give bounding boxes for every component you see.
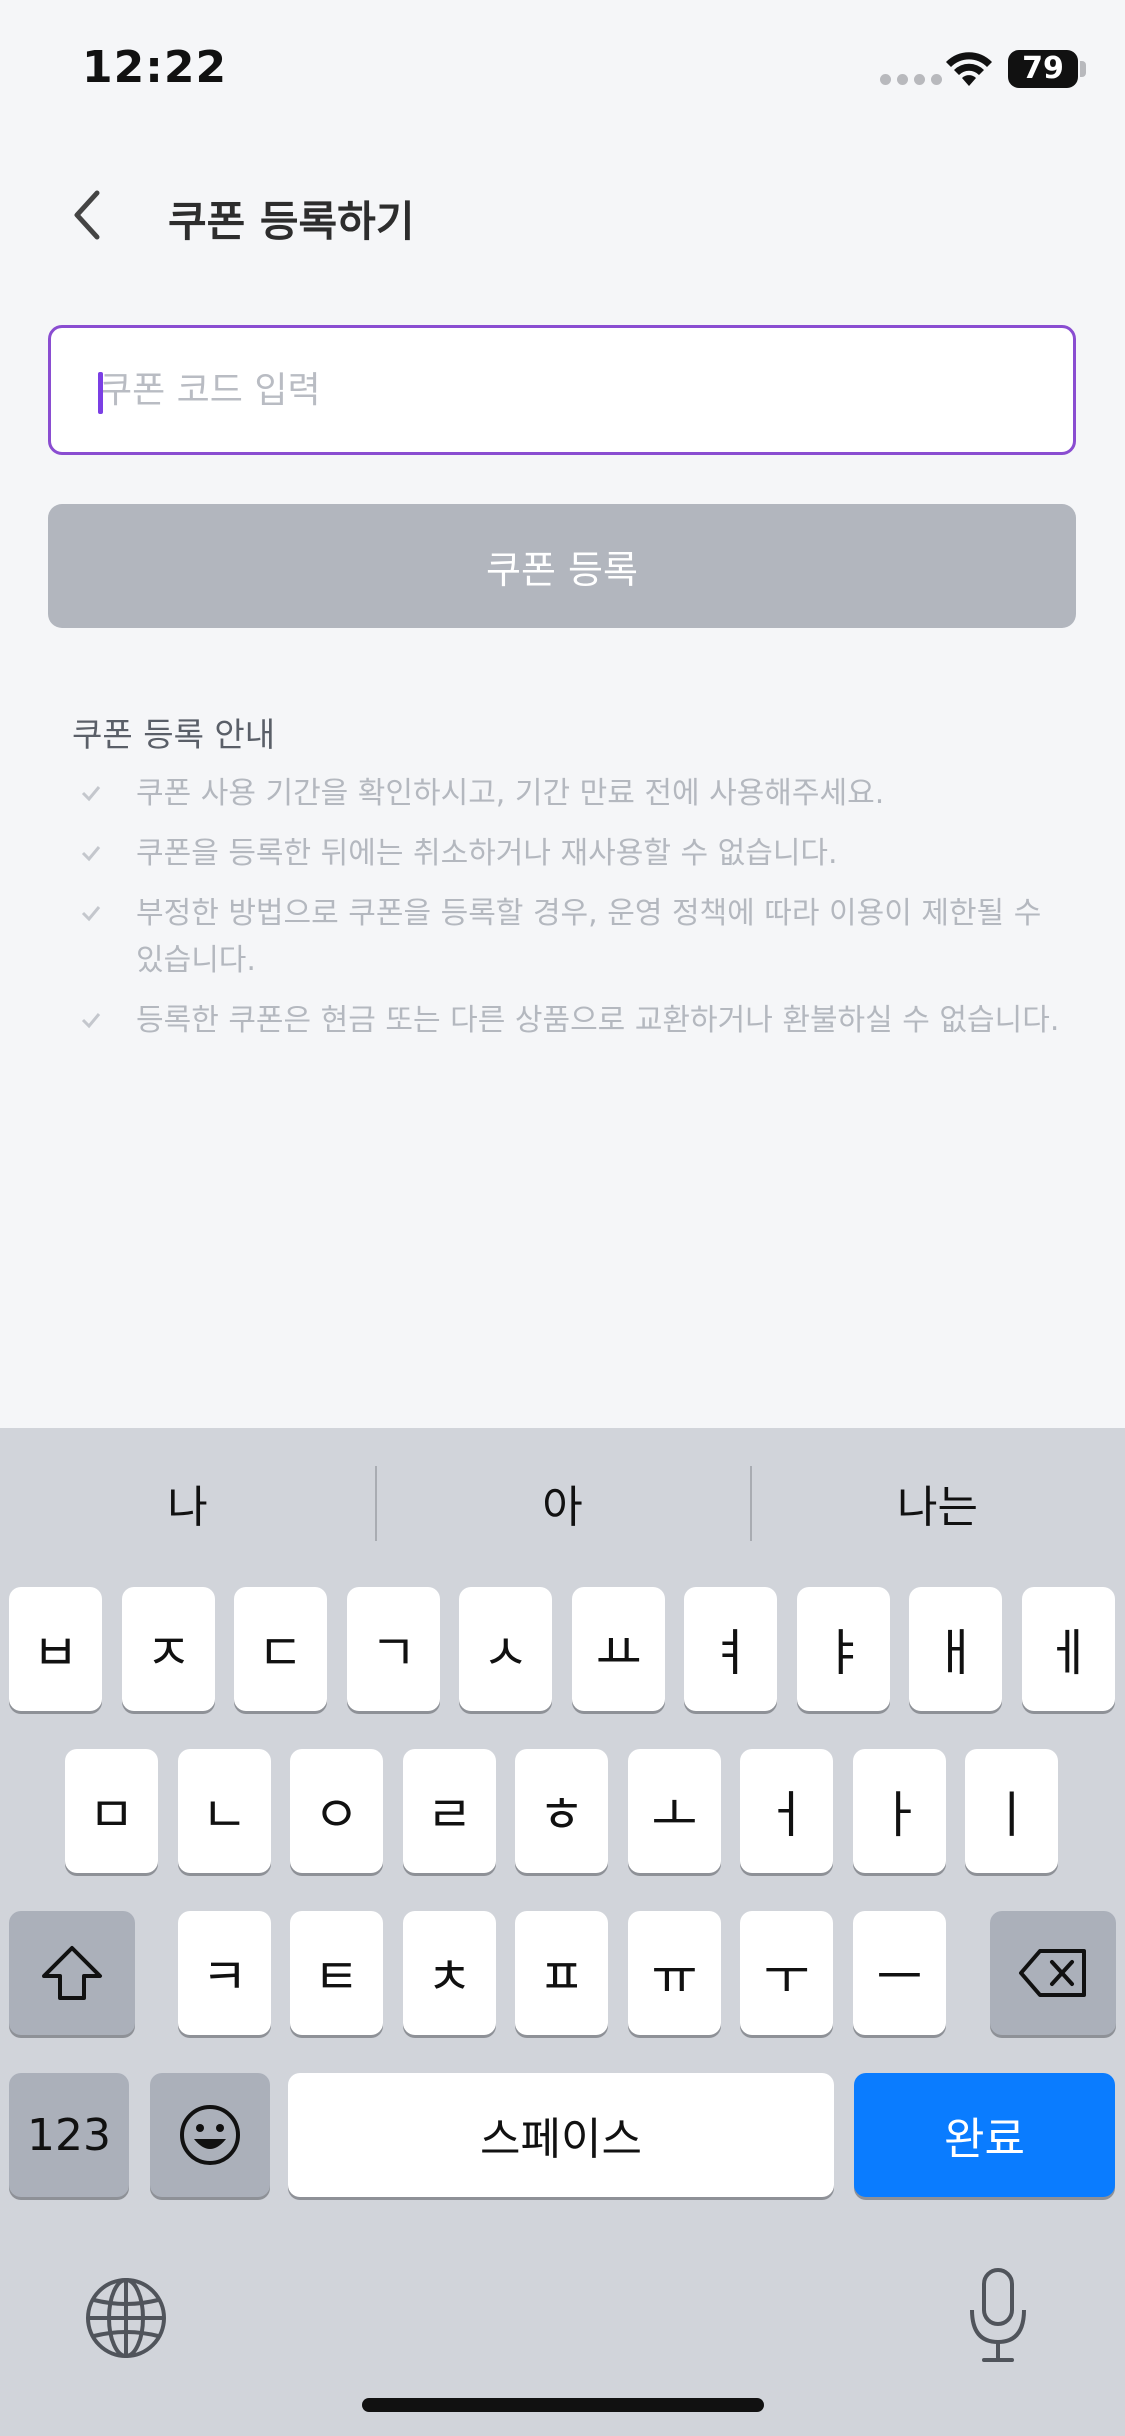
key[interactable]: ㅁ (65, 1749, 158, 1873)
battery-icon: 79 (1008, 50, 1078, 88)
globe-icon[interactable] (84, 2276, 168, 2360)
key[interactable]: ㅔ (1022, 1587, 1115, 1711)
key[interactable]: ㅓ (740, 1749, 833, 1873)
key[interactable]: ㅌ (290, 1911, 383, 2035)
key[interactable]: ㅑ (797, 1587, 890, 1711)
key[interactable]: ㅐ (909, 1587, 1002, 1711)
key[interactable]: ㅕ (684, 1587, 777, 1711)
coupon-code-input[interactable] (51, 328, 1073, 452)
check-icon (81, 786, 101, 802)
key[interactable]: ㄹ (403, 1749, 496, 1873)
key[interactable]: ㅎ (515, 1749, 608, 1873)
key[interactable]: ㅈ (122, 1587, 215, 1711)
check-icon (81, 906, 101, 922)
emoji-icon (180, 2105, 240, 2165)
home-indicator (362, 2398, 764, 2412)
key[interactable]: ㅍ (515, 1911, 608, 2035)
notice-item-text: 등록한 쿠폰은 현금 또는 다른 상품으로 교환하거나 환불하실 수 없습니다. (136, 1003, 1060, 1038)
check-icon (81, 846, 101, 862)
text-cursor (98, 372, 103, 414)
keyboard: 나 아 나는 ㅂ ㅈ ㄷ ㄱ ㅅ ㅛ ㅕ ㅑ ㅐ ㅔ ㅁ ㄴ ㅇ ㄹ ㅎ ㅗ ㅓ… (0, 1428, 1125, 2436)
key[interactable]: ㅊ (403, 1911, 496, 2035)
key[interactable]: ㅡ (853, 1911, 946, 2035)
space-key[interactable]: 스페이스 (288, 2073, 834, 2197)
status-bar: 12:22 79 (0, 0, 1125, 140)
battery-cap (1080, 61, 1086, 77)
suggestion-item[interactable]: 나는 (750, 1428, 1125, 1578)
notice-list: 쿠폰 사용 기간을 확인하시고, 기간 만료 전에 사용해주세요. 쿠폰을 등록… (80, 770, 1060, 1057)
page-title: 쿠폰 등록하기 (168, 197, 415, 246)
key[interactable]: ㄷ (234, 1587, 327, 1711)
notice-item: 쿠폰을 등록한 뒤에는 취소하거나 재사용할 수 없습니다. (80, 830, 1060, 877)
wifi-icon (946, 52, 992, 86)
back-button[interactable] (56, 180, 116, 250)
cellular-signal-icon (880, 74, 942, 85)
backspace-icon (1019, 1949, 1086, 1997)
shift-icon (42, 1946, 102, 2000)
key[interactable]: ㅛ (572, 1587, 665, 1711)
suggestion-item[interactable]: 나 (0, 1428, 375, 1578)
key[interactable]: ㅏ (853, 1749, 946, 1873)
suggestion-bar: 나 아 나는 (0, 1428, 1125, 1578)
notice-item-text: 쿠폰 사용 기간을 확인하시고, 기간 만료 전에 사용해주세요. (136, 776, 885, 811)
delete-key[interactable] (990, 1911, 1116, 2035)
emoji-key[interactable] (150, 2073, 270, 2197)
key[interactable]: ㄴ (178, 1749, 271, 1873)
notice-title: 쿠폰 등록 안내 (72, 715, 276, 754)
key[interactable]: ㅅ (459, 1587, 552, 1711)
chevron-left-icon (74, 190, 100, 240)
key[interactable]: ㅇ (290, 1749, 383, 1873)
notice-item-text: 부정한 방법으로 쿠폰을 등록할 경우, 운영 정책에 따라 이용이 제한될 수… (136, 896, 1042, 978)
key[interactable]: ㅠ (628, 1911, 721, 2035)
numbers-key[interactable]: 123 (9, 2073, 129, 2197)
key[interactable]: ㄱ (347, 1587, 440, 1711)
shift-key[interactable] (9, 1911, 135, 2035)
key[interactable]: ㅋ (178, 1911, 271, 2035)
coupon-input-container[interactable] (48, 325, 1076, 455)
notice-item: 부정한 방법으로 쿠폰을 등록할 경우, 운영 정책에 따라 이용이 제한될 수… (80, 890, 1060, 984)
microphone-icon[interactable] (966, 2266, 1030, 2366)
notice-item: 등록한 쿠폰은 현금 또는 다른 상품으로 교환하거나 환불하실 수 없습니다. (80, 997, 1060, 1044)
check-icon (81, 1013, 101, 1029)
key[interactable]: ㅜ (740, 1911, 833, 2035)
done-key[interactable]: 완료 (854, 2073, 1115, 2197)
register-coupon-button[interactable]: 쿠폰 등록 (48, 504, 1076, 628)
status-time: 12:22 (82, 42, 228, 93)
notice-item-text: 쿠폰을 등록한 뒤에는 취소하거나 재사용할 수 없습니다. (136, 836, 838, 871)
key[interactable]: ㅗ (628, 1749, 721, 1873)
key[interactable]: ㅂ (9, 1587, 102, 1711)
notice-item: 쿠폰 사용 기간을 확인하시고, 기간 만료 전에 사용해주세요. (80, 770, 1060, 817)
suggestion-item[interactable]: 아 (375, 1428, 750, 1578)
key[interactable]: ㅣ (965, 1749, 1058, 1873)
